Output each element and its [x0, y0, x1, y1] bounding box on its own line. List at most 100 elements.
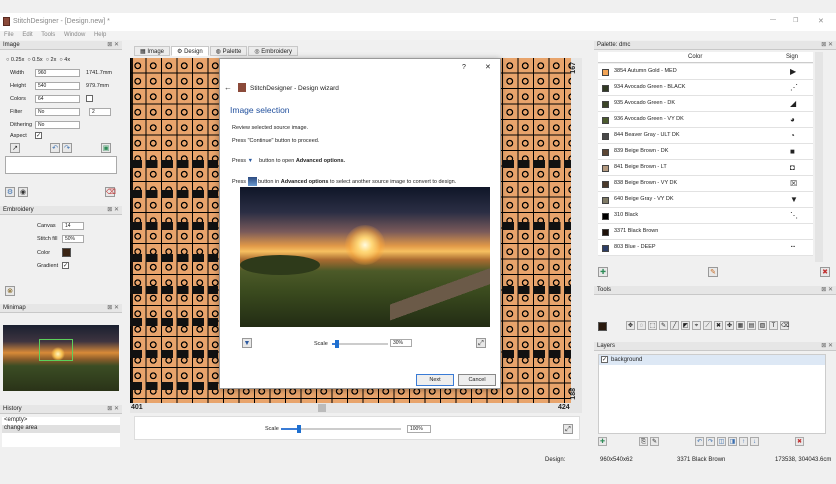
colors-input[interactable]: 64 [35, 95, 80, 103]
palette-row[interactable]: 844 Beaver Gray - ULT DK ◔ [598, 128, 813, 144]
dialog-scale-input[interactable]: 30% [390, 339, 412, 347]
palette-row[interactable]: 3854 Autumn Gold - MED ▶ [598, 64, 813, 80]
pattern-icon[interactable]: ▤ [747, 321, 756, 330]
undo-icon[interactable]: ↶ [50, 143, 60, 153]
pattern2-icon[interactable]: ▧ [758, 321, 767, 330]
stitch-fill-input[interactable]: 50% [62, 235, 84, 243]
erase-tool-icon[interactable]: ⌫ [780, 321, 789, 330]
copy-layer-icon[interactable]: ⎘ [639, 437, 648, 446]
panel-close-icon[interactable]: ⊠ ✕ [107, 405, 119, 414]
palette-row[interactable]: 3371 Black Brown [598, 224, 813, 240]
add-color-icon[interactable]: ✚ [598, 267, 608, 277]
palette-row[interactable]: 935 Avocado Green - DK ◢ [598, 96, 813, 112]
panel-close-icon[interactable]: ⊠ ✕ [107, 304, 119, 313]
close-button[interactable]: ✕ [818, 17, 824, 25]
menu-help[interactable]: Help [94, 32, 106, 38]
palette-row[interactable]: 936 Avocado Green - VY DK ◕ [598, 112, 813, 128]
layer-redo-icon[interactable]: ↷ [706, 437, 715, 446]
split-icon[interactable]: ◨ [728, 437, 737, 446]
history-item[interactable]: change area [2, 425, 120, 433]
dithering-select[interactable]: No [35, 121, 80, 129]
settings-icon[interactable]: ⚙ [5, 187, 15, 197]
notes-textarea[interactable] [5, 156, 117, 174]
menu-tools[interactable]: Tools [41, 32, 55, 38]
remove-color-icon[interactable]: ✖ [820, 267, 830, 277]
history-item[interactable]: <empty> [2, 417, 120, 425]
current-color-swatch[interactable] [598, 322, 607, 331]
zoom-2[interactable]: 2x [51, 57, 57, 63]
layer-visible-checkbox[interactable]: ✓ [601, 356, 608, 363]
canvas-scale-thumb[interactable] [297, 425, 301, 433]
fill-icon[interactable]: ◩ [681, 321, 690, 330]
panel-close-icon[interactable]: ⊠ ✕ [107, 206, 119, 215]
scrollbar-thumb[interactable] [318, 404, 326, 412]
tab-palette[interactable]: ◍ Palette [209, 46, 248, 56]
palette-row[interactable]: 934 Avocado Green - BLACK ⋰ [598, 80, 813, 96]
minimap-viewport[interactable] [39, 339, 73, 361]
delete-layer-icon[interactable]: ✖ [795, 437, 804, 446]
panel-close-icon[interactable]: ⊠ ✕ [821, 286, 833, 295]
palette-row[interactable]: 640 Beige Gray - VY DK ▼ [598, 192, 813, 208]
erase-icon[interactable]: ⌫ [105, 187, 116, 197]
thread-icon[interactable]: ⊗ [5, 286, 15, 296]
advanced-options-icon[interactable]: ▼ [242, 338, 252, 348]
line-icon[interactable]: ╱ [670, 321, 679, 330]
gradient-checkbox[interactable]: ✓ [62, 262, 69, 269]
filter-select[interactable]: No [35, 108, 80, 116]
palette-row[interactable]: 838 Beige Brown - VY DK ☒ [598, 176, 813, 192]
aspect-checkbox[interactable]: ✓ [35, 132, 42, 139]
picker-icon[interactable]: ⌖ [692, 321, 701, 330]
rect-select-icon[interactable]: ⬚ [648, 321, 657, 330]
text-icon[interactable]: T [769, 321, 778, 330]
color-swatch[interactable] [62, 248, 71, 257]
filter-number[interactable]: 2 [89, 108, 111, 116]
minimize-button[interactable]: — [770, 17, 776, 23]
canvas-scale-slider[interactable] [281, 425, 401, 433]
dialog-scale-slider[interactable] [332, 340, 388, 348]
maximize-button[interactable]: ❐ [793, 17, 798, 24]
panel-close-icon[interactable]: ⊠ ✕ [821, 41, 833, 50]
canvas-scale-input[interactable]: 100% [407, 425, 431, 433]
zoom-025[interactable]: 0.25x [11, 57, 24, 63]
dialog-help-button[interactable]: ? [462, 64, 466, 71]
cancel-button[interactable]: Cancel [458, 374, 496, 386]
tab-image[interactable]: ▦ Image [134, 46, 171, 56]
layer-up-icon[interactable]: ↑ [739, 437, 748, 446]
edit-layer-icon[interactable]: ✎ [650, 437, 659, 446]
add-layer-icon[interactable]: ✚ [598, 437, 607, 446]
palette-scrollbar[interactable] [815, 52, 823, 262]
pick-icon[interactable]: ↗ [10, 143, 20, 153]
horizontal-scrollbar[interactable] [130, 403, 582, 413]
palette-row[interactable]: 803 Blue - DEEP ⠒ [598, 240, 813, 256]
menu-file[interactable]: File [4, 32, 14, 38]
palette-row[interactable]: 310 Black ⋱ [598, 208, 813, 224]
width-input[interactable]: 960 [35, 69, 80, 77]
canvas-input[interactable]: 14 [62, 222, 84, 230]
minimap-image[interactable] [3, 325, 119, 391]
zoom-05[interactable]: 0.5x [32, 57, 42, 63]
palette-row[interactable]: 839 Beige Brown - DK ■ [598, 144, 813, 160]
col-color-header[interactable]: Color [688, 54, 702, 60]
panel-close-icon[interactable]: ⊠ ✕ [107, 41, 119, 50]
menu-edit[interactable]: Edit [22, 32, 32, 38]
next-button[interactable]: Next [416, 374, 454, 386]
knot-icon[interactable]: ✤ [725, 321, 734, 330]
backstitch-icon[interactable]: ⟋ [703, 321, 712, 330]
cross-icon[interactable]: ✖ [714, 321, 723, 330]
move-icon[interactable]: ✥ [626, 321, 635, 330]
tab-embroidery[interactable]: ◎ Embroidery [248, 46, 298, 56]
palette-row[interactable]: 841 Beige Brown - LT ◘ [598, 160, 813, 176]
apply-icon[interactable]: ▣ [101, 143, 111, 153]
tab-design[interactable]: ⚙ Design [171, 46, 209, 56]
merge-icon[interactable]: ◫ [717, 437, 726, 446]
grid-icon[interactable]: ▦ [736, 321, 745, 330]
menu-window[interactable]: Window [64, 32, 85, 38]
dialog-close-button[interactable]: ✕ [485, 63, 491, 71]
view-icon[interactable]: ◉ [18, 187, 28, 197]
height-input[interactable]: 540 [35, 82, 80, 90]
pencil-icon[interactable]: ✎ [659, 321, 668, 330]
col-sign-header[interactable]: Sign [786, 54, 798, 60]
layer-undo-icon[interactable]: ↶ [695, 437, 704, 446]
colors-checkbox[interactable] [86, 95, 93, 102]
edit-color-icon[interactable]: ✎ [708, 267, 718, 277]
